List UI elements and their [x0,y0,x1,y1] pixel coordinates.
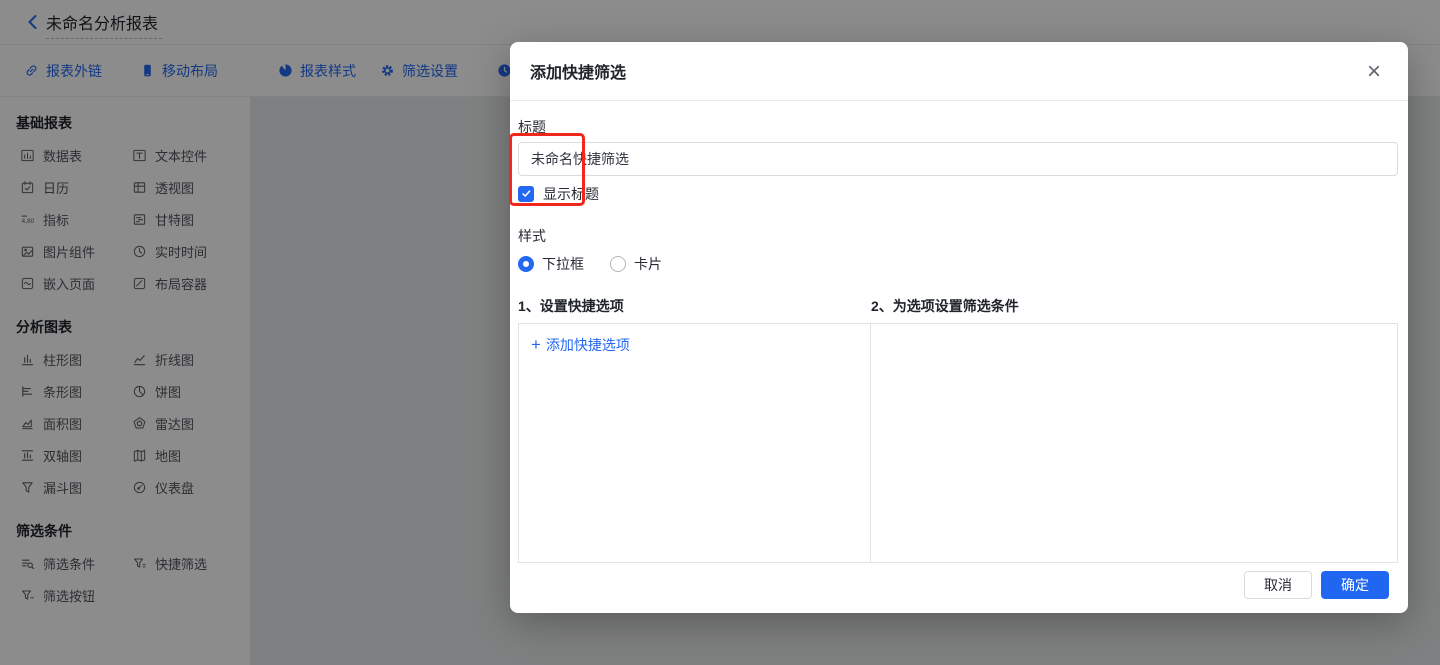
style-field-label: 样式 [518,226,1398,246]
options-list-panel: + 添加快捷选项 [519,324,871,562]
add-quick-filter-dialog: 添加快捷筛选 × 标题 显示标题 样式 下拉框 卡片 1、设置快捷选项 2、为选… [510,42,1408,613]
radio-card-label[interactable]: 卡片 [634,254,662,274]
add-quick-option-link[interactable]: + 添加快捷选项 [531,335,630,355]
conditions-column-header: 2、为选项设置筛选条件 [871,297,1398,316]
confirm-button[interactable]: 确定 [1321,571,1389,599]
title-input[interactable] [518,142,1398,176]
radio-dropdown[interactable] [518,256,534,272]
conditions-panel [871,324,1397,562]
check-icon [521,188,532,199]
radio-dropdown-label[interactable]: 下拉框 [542,254,584,274]
dialog-header: 添加快捷筛选 [510,42,1408,101]
close-icon[interactable]: × [1358,56,1390,88]
plus-icon: + [531,338,541,352]
radio-card[interactable] [610,256,626,272]
add-quick-option-label: 添加快捷选项 [546,335,630,355]
dialog-body: 标题 显示标题 样式 下拉框 卡片 1、设置快捷选项 2、为选项设置筛选条件 [510,117,1408,563]
quick-filter-panel: + 添加快捷选项 [518,323,1398,563]
show-title-label[interactable]: 显示标题 [543,184,599,204]
dialog-title: 添加快捷筛选 [530,59,626,83]
options-column-header: 1、设置快捷选项 [518,297,871,316]
show-title-checkbox[interactable] [518,186,534,202]
cancel-button[interactable]: 取消 [1244,571,1312,599]
title-field-label: 标题 [518,117,1398,137]
dialog-footer: 取消 确定 [1244,571,1389,599]
